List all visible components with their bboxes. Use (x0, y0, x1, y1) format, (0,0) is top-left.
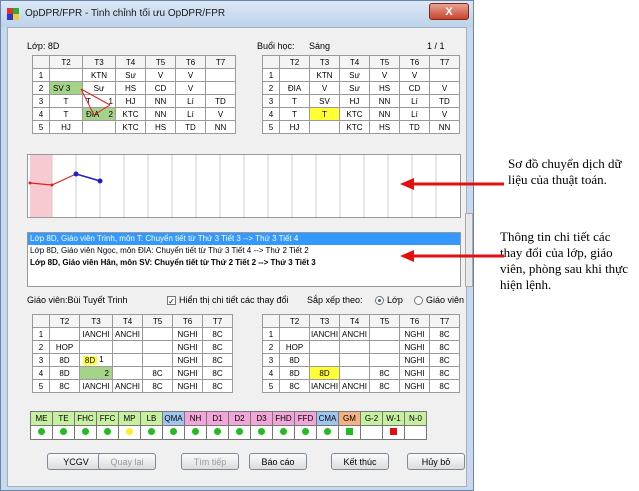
teacher-label: Giáo viên:Bùi Tuyết Trinh (27, 295, 128, 305)
legend-label: G-2 (360, 411, 383, 426)
legend-label: TE (52, 411, 75, 426)
legend-mark (360, 425, 383, 440)
legend-mark (162, 425, 185, 440)
legend-mark (206, 425, 229, 440)
log-arrow (400, 250, 504, 262)
legend-mark (184, 425, 207, 440)
legend-label: ME (30, 411, 53, 426)
legend-label: MP (118, 411, 141, 426)
title-bar: OpDPR/FPR - Tinh chỉnh tối ưu OpDPR/FPR … (1, 1, 473, 27)
diagram-canvas (28, 155, 437, 217)
path-blue (75, 173, 101, 182)
legend-mark (118, 425, 141, 440)
legend-mark (338, 425, 361, 440)
sort-teacher-label: Giáo viên (426, 295, 465, 305)
show-detail-checkbox[interactable]: ✓ (167, 296, 176, 306)
legend-label: D1 (206, 411, 229, 426)
legend-label: LB (140, 411, 163, 426)
legend-label: NH (184, 411, 207, 426)
teacher-timetable-before: T2 T3 T4 T5 T6 T7 1 IANCHI ANCHI NGHI 8C 2 HOP NGH… (32, 314, 233, 393)
sort-label: Sắp xếp theo: (307, 295, 363, 305)
swap-arrows (80, 88, 111, 116)
finish-button[interactable]: Kết thúc (331, 453, 389, 470)
close-button[interactable]: X (429, 3, 469, 20)
session-value: Sáng (309, 41, 331, 51)
change-log-list[interactable]: Lớp 8D, Giáo viên Trinh, môn T: Chuyển t… (27, 232, 461, 287)
legend-label: D2 (228, 411, 251, 426)
legend-label: FHD (272, 411, 295, 426)
sort-class-label: Lớp (387, 295, 403, 305)
legend-label: FFC (96, 411, 119, 426)
ycgv-button[interactable]: YCGV (47, 453, 105, 470)
legend-label: GM (338, 411, 361, 426)
class-label: Lớp: 8D (27, 41, 60, 51)
legend-mark (294, 425, 317, 440)
legend-mark (140, 425, 163, 440)
legend-mark (250, 425, 273, 440)
legend-mark (272, 425, 295, 440)
find-next-button[interactable]: Tìm tiếp (181, 453, 239, 470)
legend-label: FHC (74, 411, 97, 426)
legend-label: W-1 (382, 411, 405, 426)
timetable-after: T2 T3 T4 T5 T6 T7 1 KTN Sư V V 2 ĐIA V Sư HS CD V 3 T SV… (262, 55, 460, 134)
show-detail-label: Hiển thị chi tiết các thay đổi (179, 295, 289, 305)
log-annotation: Thông tin chi tiết các thay đổi của lớp,… (500, 229, 629, 292)
legend-label: FFD (294, 411, 317, 426)
transfer-diagram (27, 154, 461, 218)
page-indicator: 1 / 1 (427, 41, 445, 51)
diagram-annotation: Sơ đồ chuyển dịch dữ liệu của thuật toán… (508, 156, 622, 187)
legend-mark (74, 425, 97, 440)
legend-label: N-0 (404, 411, 427, 426)
legend-mark (30, 425, 53, 440)
diagram-arrow (400, 178, 504, 190)
legend-label: CMA (316, 411, 339, 426)
status-legend: ME TE FHC FFC MP LB QMA NH D1 D2 D3 FHD FFD CMA GM G-2 W… (30, 411, 427, 440)
log-entry[interactable]: Lớp 8D, Giáo viên Hân, môn SV: Chuyển ti… (28, 257, 460, 269)
cancel-button[interactable]: Hủy bỏ (407, 453, 465, 470)
legend-mark (382, 425, 405, 440)
diagram-highlight (30, 155, 52, 217)
window-title: OpDPR/FPR - Tinh chỉnh tối ưu OpDPR/FPR (25, 8, 226, 19)
optimizer-window: OpDPR/FPR - Tinh chỉnh tối ưu OpDPR/FPR … (0, 0, 474, 491)
legend-mark (316, 425, 339, 440)
legend-label: D3 (250, 411, 273, 426)
back-button[interactable]: Quay lại (98, 453, 156, 470)
legend-mark (52, 425, 75, 440)
log-entry[interactable]: Lớp 8D, Giáo viên Ngọc, môn ĐIA: Chuyển … (28, 245, 460, 257)
session-label: Buổi học: (257, 41, 295, 51)
teacher-timetable-after: T2 T3 T4 T5 T6 T7 1 IANCHI ANCHI NGHI 8C 2 HOP NGH… (262, 314, 460, 393)
sort-teacher-radio[interactable] (414, 296, 423, 305)
report-button[interactable]: Báo cáo (249, 453, 307, 470)
diagram-grid (51, 155, 437, 217)
cell-highlight[interactable]: T (309, 107, 340, 121)
legend-mark (404, 425, 427, 440)
legend-mark (228, 425, 251, 440)
sort-class-radio[interactable] (375, 296, 384, 305)
legend-label: QMA (162, 411, 185, 426)
app-icon (7, 8, 19, 20)
legend-mark (96, 425, 119, 440)
timetable-before: T2 T3 T4 T5 T6 T7 1 KTN Sư V V 2 SV 3 Sư HS CD V 3T… (32, 55, 236, 134)
log-entry[interactable]: Lớp 8D, Giáo viên Trinh, môn T: Chuyển t… (28, 233, 460, 245)
